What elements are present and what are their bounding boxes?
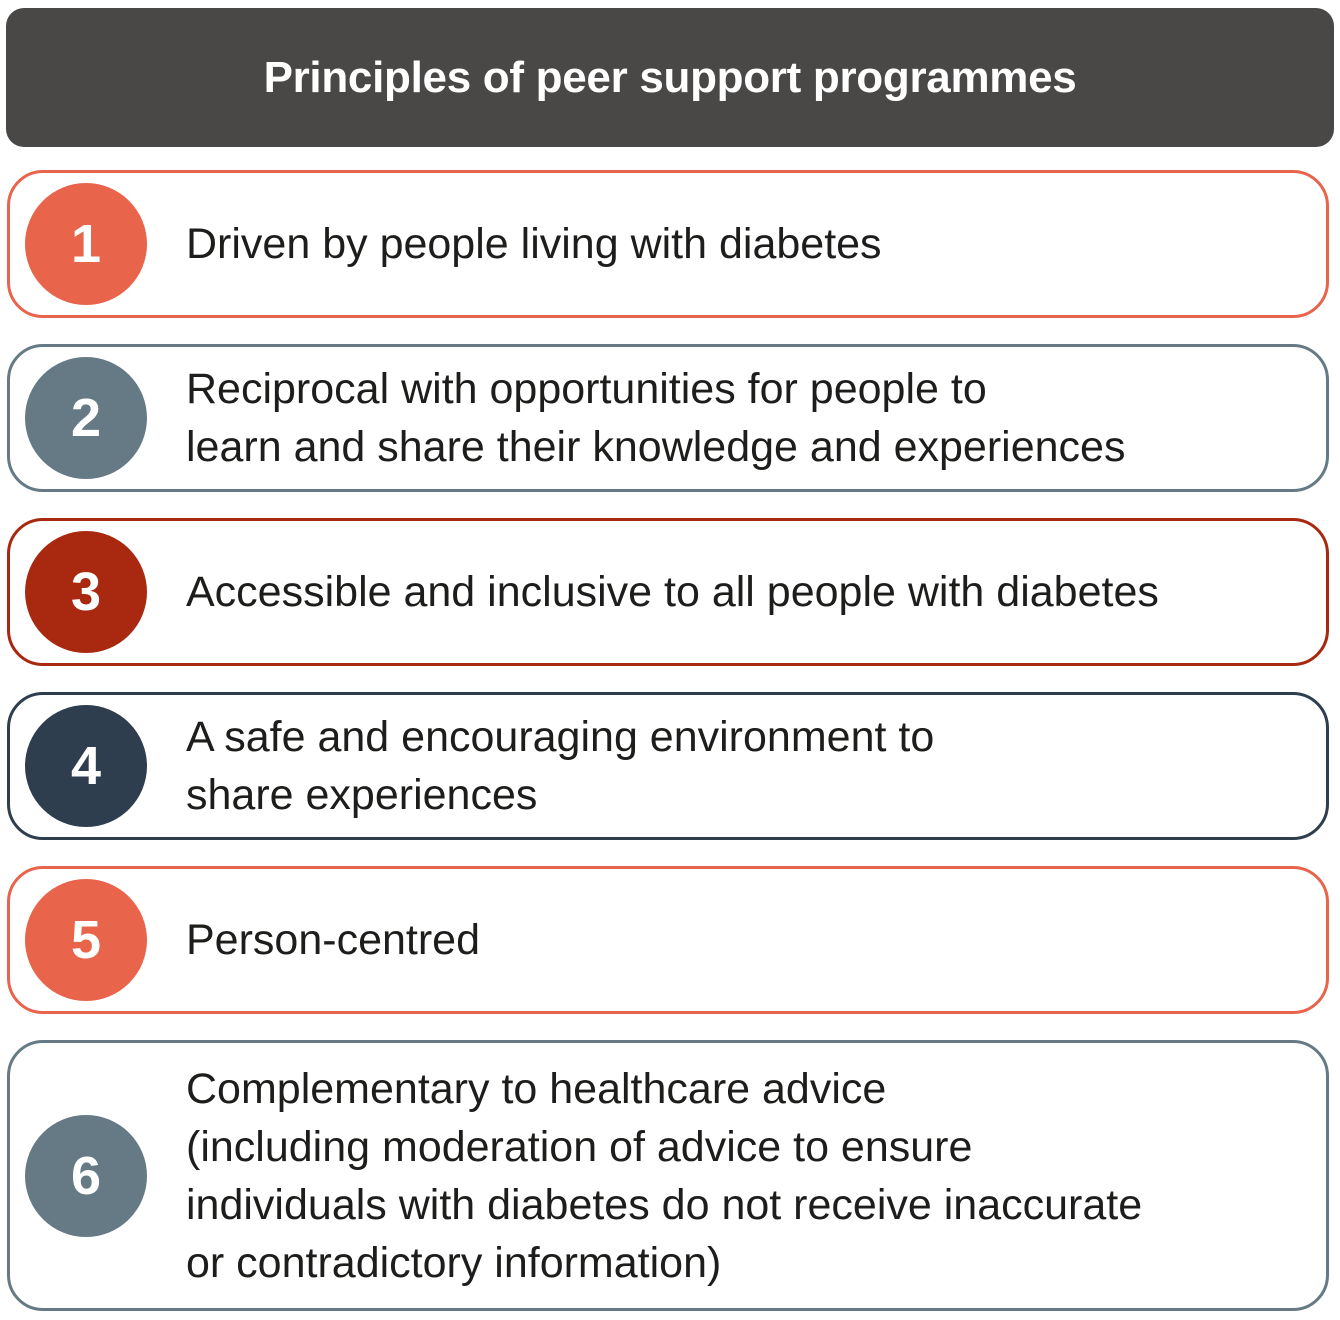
- principle-text-5: Person-centred: [186, 916, 480, 964]
- number-badge-3: 3: [25, 531, 147, 653]
- principle-text-4: A safe and encouraging environment to sh…: [186, 713, 935, 819]
- principle-text-6: Complementary to healthcare advice (incl…: [186, 1064, 1143, 1287]
- badge-number-5: 5: [70, 910, 102, 970]
- principle-item-2: 2 Reciprocal with opportunities for peop…: [7, 344, 1329, 492]
- badge-number-2: 2: [70, 388, 102, 448]
- principle-text-3: Accessible and inclusive to all people w…: [186, 568, 1159, 616]
- principle-item-4: 4 A safe and encouraging environment to …: [7, 692, 1329, 840]
- principle-item-1: 1 Driven by people living with diabetes: [7, 170, 1329, 318]
- badge-number-3: 3: [70, 562, 102, 622]
- principle-text-1: Driven by people living with diabetes: [186, 220, 882, 268]
- badge-number-4: 4: [70, 736, 102, 796]
- number-badge-1: 1: [25, 183, 147, 305]
- principle-item-5: 5 Person-centred: [7, 866, 1329, 1014]
- number-badge-2: 2: [25, 357, 147, 479]
- principle-item-3: 3 Accessible and inclusive to all people…: [7, 518, 1329, 666]
- principle-item-6: 6 Complementary to healthcare advice (in…: [7, 1040, 1329, 1311]
- badge-number-1: 1: [70, 214, 102, 274]
- header-banner: Principles of peer support programmes: [6, 8, 1334, 147]
- page-title: Principles of peer support programmes: [263, 52, 1077, 102]
- number-badge-4: 4: [25, 705, 147, 827]
- badge-number-6: 6: [70, 1146, 102, 1206]
- number-badge-6: 6: [25, 1115, 147, 1237]
- number-badge-5: 5: [25, 879, 147, 1001]
- principle-text-2: Reciprocal with opportunities for people…: [186, 365, 1126, 471]
